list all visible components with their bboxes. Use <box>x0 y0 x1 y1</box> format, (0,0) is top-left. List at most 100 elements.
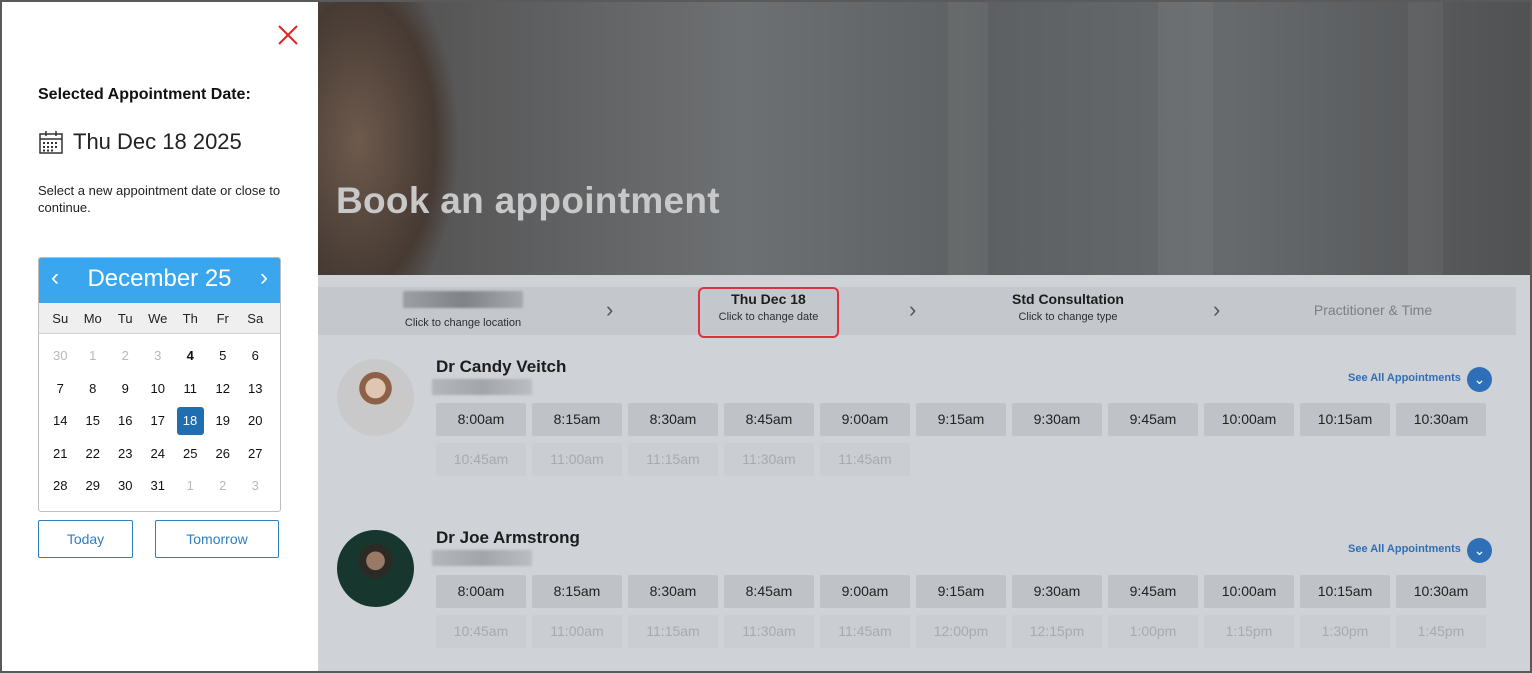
chevron-right-icon: › <box>606 297 614 322</box>
time-slot-button[interactable]: 10:15am <box>1300 575 1390 608</box>
calendar-header: ‹ December 25 › <box>39 258 280 303</box>
time-slot-unavailable: 1:30pm <box>1300 615 1390 648</box>
time-slot-unavailable: 11:15am <box>628 443 718 476</box>
chevron-right-icon: › <box>1213 297 1221 322</box>
time-slot-button[interactable]: 10:30am <box>1396 575 1486 608</box>
weekday-label: Mo <box>83 311 102 326</box>
calendar-day[interactable]: 27 <box>239 440 272 468</box>
tomorrow-button[interactable]: Tomorrow <box>155 520 279 558</box>
calendar-day[interactable]: 25 <box>174 440 207 468</box>
calendar-day[interactable]: 4 <box>174 342 207 370</box>
time-slot-unavailable: 1:15pm <box>1204 615 1294 648</box>
calendar-day[interactable]: 5 <box>207 342 240 370</box>
time-slot-button[interactable]: 8:15am <box>532 403 622 436</box>
chevron-down-icon[interactable]: ⌄ <box>1467 538 1492 563</box>
calendar-day[interactable]: 14 <box>44 407 77 435</box>
calendar-day[interactable]: 15 <box>77 407 110 435</box>
time-slot-unavailable: 1:00pm <box>1108 615 1198 648</box>
step-location[interactable]: Click to change location <box>388 287 538 335</box>
time-slots: 8:00am 8:15am 8:30am 8:45am 9:00am 9:15am 9:30… <box>436 575 1496 648</box>
time-slot-button[interactable]: 9:45am <box>1108 575 1198 608</box>
calendar-day[interactable]: 9 <box>109 375 142 403</box>
calendar-day[interactable]: 28 <box>44 472 77 500</box>
chevron-down-icon[interactable]: ⌄ <box>1467 367 1492 392</box>
selected-date-row: Thu Dec 18 2025 <box>38 127 242 157</box>
calendar-day[interactable]: 13 <box>239 375 272 403</box>
calendar-day[interactable]: 24 <box>142 440 175 468</box>
time-slot-unavailable: 11:30am <box>724 615 814 648</box>
calendar-day[interactable]: 29 <box>77 472 110 500</box>
time-slots: 8:00am 8:15am 8:30am 8:45am 9:00am 9:15am 9:30… <box>436 403 1496 476</box>
step-location-sub: Click to change location <box>404 317 522 329</box>
time-slot-unavailable: 11:15am <box>628 615 718 648</box>
step-practitioner-label: Practitioner & Time <box>1313 302 1433 318</box>
calendar-week: 14 15 16 17 18 19 20 <box>44 405 275 438</box>
calendar-day[interactable]: 31 <box>142 472 175 500</box>
time-slot-button[interactable]: 9:45am <box>1108 403 1198 436</box>
calendar-day[interactable]: 11 <box>174 375 207 403</box>
time-slot-button[interactable]: 8:15am <box>532 575 622 608</box>
time-slot-button[interactable]: 8:45am <box>724 403 814 436</box>
time-slot-unavailable: 11:00am <box>532 443 622 476</box>
calendar-day[interactable]: 7 <box>44 375 77 403</box>
calendar-day[interactable]: 16 <box>109 407 142 435</box>
calendar-day[interactable]: 19 <box>207 407 240 435</box>
time-slot-unavailable: 11:45am <box>820 443 910 476</box>
time-slot-unavailable: 10:45am <box>436 443 526 476</box>
time-slot-button[interactable]: 9:30am <box>1012 403 1102 436</box>
hero-banner: Book an appointment <box>318 2 1530 275</box>
calendar-day: 2 <box>219 478 227 493</box>
calendar-day[interactable]: 10 <box>142 375 175 403</box>
calendar-day[interactable]: 6 <box>239 342 272 370</box>
time-slot-button[interactable]: 10:30am <box>1396 403 1486 436</box>
time-slot-button[interactable]: 8:45am <box>724 575 814 608</box>
today-button[interactable]: Today <box>38 520 133 558</box>
time-slot-button[interactable]: 8:30am <box>628 575 718 608</box>
selected-date-label: Selected Appointment Date: <box>38 86 251 103</box>
doctor-name: Dr Joe Armstrong <box>436 528 580 547</box>
calendar-day[interactable]: 21 <box>44 440 77 468</box>
calendar-week: 30 1 2 3 4 5 6 <box>44 340 275 373</box>
time-slot-button[interactable]: 8:00am <box>436 575 526 608</box>
calendar-day[interactable]: 18 <box>176 407 204 435</box>
avatar <box>337 530 414 607</box>
time-slot-button[interactable]: 9:30am <box>1012 575 1102 608</box>
booking-steps: Click to change location › Thu Dec 18 Cl… <box>318 287 1516 335</box>
calendar-day[interactable]: 12 <box>207 375 240 403</box>
time-slot-button[interactable]: 10:00am <box>1204 403 1294 436</box>
time-slot-button[interactable]: 8:30am <box>628 403 718 436</box>
selected-date-value: Thu Dec 18 2025 <box>73 129 242 154</box>
calendar-day[interactable]: 8 <box>77 375 110 403</box>
weekday-label: Su <box>52 311 69 326</box>
chevron-right-icon[interactable]: › <box>260 264 268 292</box>
time-slot-button[interactable]: 9:00am <box>820 403 910 436</box>
time-slot-button[interactable]: 9:15am <box>916 403 1006 436</box>
calendar-day: 2 <box>121 348 129 363</box>
calendar-day[interactable]: 26 <box>207 440 240 468</box>
time-slot-button[interactable]: 9:00am <box>820 575 910 608</box>
time-slot-button[interactable]: 9:15am <box>916 575 1006 608</box>
step-type-sub: Click to change type <box>1018 311 1118 323</box>
step-type[interactable]: Std Consultation Click to change type <box>988 287 1148 335</box>
calendar-icon <box>39 131 63 154</box>
step-practitioner[interactable]: Practitioner & Time <box>1293 287 1453 335</box>
calendar-day[interactable]: 22 <box>77 440 110 468</box>
calendar-day[interactable]: 20 <box>239 407 272 435</box>
booking-page: Book an appointment Click to change loca… <box>318 2 1530 671</box>
close-icon[interactable] <box>276 23 300 47</box>
calendar-day[interactable]: 23 <box>109 440 142 468</box>
calendar-week: 7 8 9 10 11 12 13 <box>44 373 275 406</box>
weekday-label: Sa <box>247 311 264 326</box>
hero-title: Book an appointment <box>336 180 720 221</box>
calendar: ‹ December 25 › Su Mo Tu We Th Fr Sa 30 1… <box>38 257 281 512</box>
time-slot-button[interactable]: 10:00am <box>1204 575 1294 608</box>
time-slot-unavailable: 10:45am <box>436 615 526 648</box>
see-all-appointments-link[interactable]: See All Appointments <box>1348 372 1461 384</box>
time-slot-unavailable: 11:45am <box>820 615 910 648</box>
time-slot-button[interactable]: 10:15am <box>1300 403 1390 436</box>
see-all-appointments-link[interactable]: See All Appointments <box>1348 543 1461 555</box>
calendar-day[interactable]: 17 <box>142 407 175 435</box>
weekday-label: We <box>148 311 168 326</box>
time-slot-button[interactable]: 8:00am <box>436 403 526 436</box>
calendar-day[interactable]: 30 <box>109 472 142 500</box>
